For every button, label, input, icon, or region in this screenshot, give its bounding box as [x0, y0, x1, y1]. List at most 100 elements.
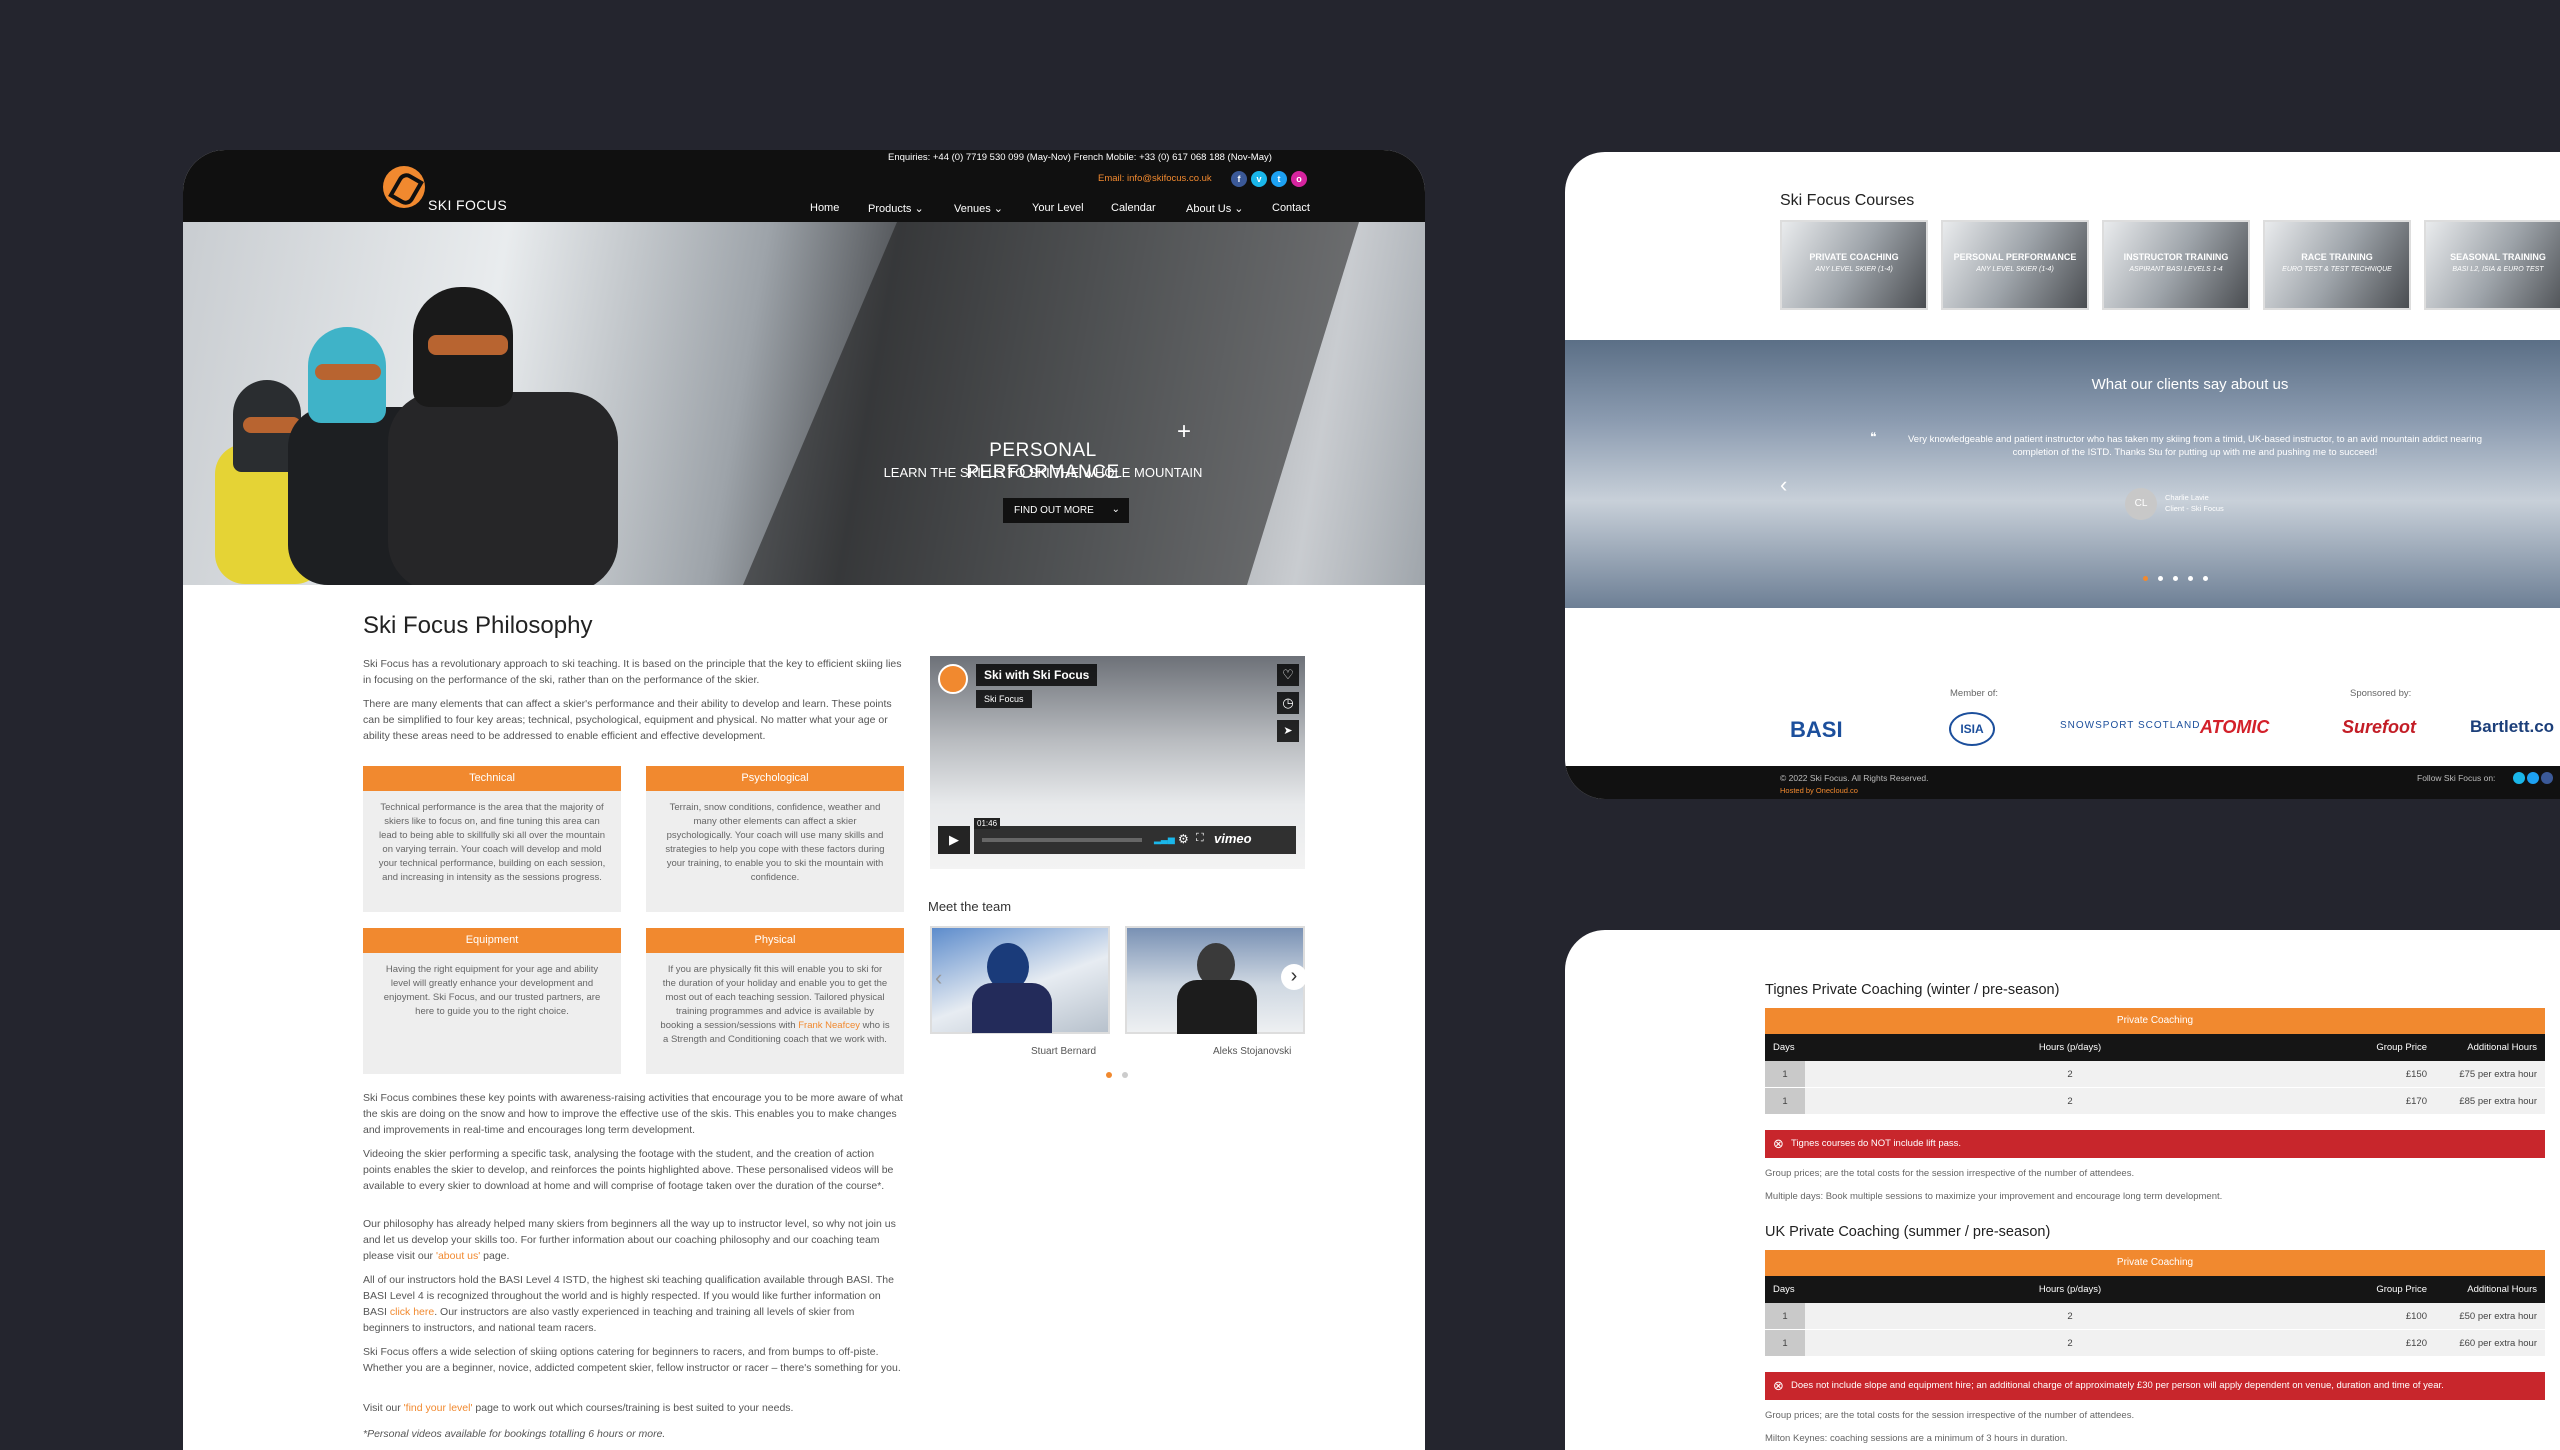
site-header: Enquiries: +44 (0) 7719 530 099 (May-Nov…: [183, 150, 1425, 222]
carousel-dot[interactable]: [2158, 576, 2163, 581]
isia-logo[interactable]: ISIA: [1949, 712, 1995, 746]
card-title: Psychological: [646, 766, 904, 791]
table-title: Private Coaching: [1765, 1250, 2545, 1276]
nav-home[interactable]: Home: [810, 202, 839, 214]
header-days: Days: [1773, 1284, 1795, 1295]
find-out-more-button[interactable]: FIND OUT MORE ⌄: [1003, 498, 1129, 523]
vimeo-icon[interactable]: [2513, 772, 2525, 784]
vimeo-logo[interactable]: vimeo: [1214, 831, 1252, 846]
skier-figure: [388, 392, 618, 585]
skier-logo-icon[interactable]: [383, 166, 425, 208]
volume-icon[interactable]: ▂▃▅: [1154, 834, 1175, 845]
cell-price: £150: [2405, 1068, 2427, 1080]
course-tile-personal-performance[interactable]: PERSONAL PERFORMANCE ANY LEVEL SKIER (1-4…: [1941, 220, 2089, 310]
instagram-icon[interactable]: o: [1291, 171, 1307, 187]
course-name: RACE TRAINING: [2301, 252, 2373, 262]
course-name: PRIVATE COACHING: [1809, 252, 1899, 262]
course-label: RACE TRAINING EURO TEST & TEST TECHNIQUE: [2265, 252, 2409, 275]
course-sub: BASI L2, ISIA & EURO TEST: [2452, 266, 2544, 273]
course-label: INSTRUCTOR TRAINING ASPIRANT BASI LEVELS …: [2104, 252, 2248, 275]
share-icon[interactable]: ➤: [1277, 720, 1299, 742]
surefoot-logo[interactable]: Surefoot: [2342, 717, 2416, 738]
basi-logo[interactable]: BASI: [1790, 717, 1843, 743]
bartlett-logo[interactable]: Bartlett.co: [2470, 717, 2554, 737]
cell-additional: £50 per extra hour: [2459, 1310, 2537, 1322]
header-group-price: Group Price: [2376, 1284, 2427, 1295]
nav-calendar[interactable]: Calendar: [1111, 202, 1156, 214]
header-additional-hours: Additional Hours: [2467, 1042, 2537, 1053]
chevron-left-icon[interactable]: ‹: [1780, 472, 1787, 498]
vimeo-video-player[interactable]: Ski with Ski Focus Ski Focus ♡ ◷ ➤ ▶ 01:…: [930, 656, 1305, 869]
text-part: Visit our: [363, 1402, 404, 1414]
twitter-icon[interactable]: [2527, 772, 2539, 784]
header-hours: Hours (p/days): [2038, 1042, 2102, 1053]
cell-days: 1: [1765, 1061, 1805, 1087]
carousel-dot-active[interactable]: [1106, 1072, 1112, 1078]
watch-later-icon[interactable]: ◷: [1277, 692, 1299, 714]
carousel-dot[interactable]: [2203, 576, 2208, 581]
card-title: Physical: [646, 928, 904, 953]
logo-text[interactable]: SKI FOCUS: [428, 197, 507, 213]
course-tile-instructor-training[interactable]: INSTRUCTOR TRAINING ASPIRANT BASI LEVELS …: [2102, 220, 2250, 310]
team-photo-aleks[interactable]: [1125, 926, 1305, 1034]
course-tile-race-training[interactable]: RACE TRAINING EURO TEST & TEST TECHNIQUE: [2263, 220, 2411, 310]
testimonial-quote: Very knowledgeable and patient instructo…: [1907, 434, 2482, 458]
team-photo-stuart[interactable]: [930, 926, 1110, 1034]
testimonials-heading: What our clients say about us: [2091, 376, 2289, 393]
hosted-by-link[interactable]: Hosted by Onecloud.co: [1780, 786, 1858, 795]
course-tile-seasonal-training[interactable]: SEASONAL TRAINING BASI L2, ISIA & EURO TE…: [2424, 220, 2560, 310]
basi-paragraph: All of our instructors hold the BASI Lev…: [363, 1272, 903, 1336]
team-prev-arrow[interactable]: ‹: [935, 965, 942, 991]
video-channel[interactable]: Ski Focus: [976, 690, 1032, 708]
settings-icon[interactable]: ⚙: [1178, 832, 1189, 846]
about-us-link[interactable]: 'about us': [436, 1250, 480, 1262]
nav-products[interactable]: Products ⌄: [868, 202, 924, 215]
snowsport-scotland-logo[interactable]: SNOWSPORT SCOTLAND: [2060, 720, 2200, 731]
play-icon[interactable]: ▶: [938, 826, 970, 854]
table-header: Days Hours (p/days) Group Price Addition…: [1765, 1276, 2545, 1303]
find-your-level-link[interactable]: 'find your level': [404, 1402, 473, 1414]
table-row: 1 2 £120 £60 per extra hour: [1765, 1330, 2545, 1357]
testimonials-section: What our clients say about us ❝ Very kno…: [1565, 340, 2560, 608]
carousel-dot[interactable]: [2188, 576, 2193, 581]
options-paragraph: Ski Focus offers a wide selection of ski…: [363, 1346, 901, 1374]
key-points-paragraph: Ski Focus combines these key points with…: [363, 1092, 903, 1136]
facebook-icon[interactable]: [2541, 772, 2553, 784]
technical-card: Technical Technical performance is the a…: [363, 766, 621, 912]
video-title[interactable]: Ski with Ski Focus: [976, 664, 1098, 686]
facebook-icon[interactable]: f: [1231, 171, 1247, 187]
cell-days: 1: [1765, 1330, 1805, 1356]
table-row: 1 2 £100 £50 per extra hour: [1765, 1303, 2545, 1330]
like-icon[interactable]: ♡: [1277, 664, 1299, 686]
basi-click-here-link[interactable]: click here: [390, 1306, 434, 1318]
lift-pass-alert: Tignes courses do NOT include lift pass.: [1765, 1130, 2545, 1158]
progress-bar[interactable]: [982, 838, 1142, 842]
physical-card: Physical If you are physically fit this …: [646, 928, 904, 1074]
group-price-note: Group prices; are the total costs for th…: [1765, 1410, 2135, 1421]
carousel-dot[interactable]: [1122, 1072, 1128, 1078]
carousel-dot[interactable]: [2173, 576, 2178, 581]
find-out-more-label: FIND OUT MORE: [1014, 505, 1094, 516]
uk-price-table: Private Coaching Days Hours (p/days) Gro…: [1765, 1250, 2545, 1357]
atomic-logo[interactable]: ATOMIC: [2200, 717, 2269, 738]
find-level-paragraph: Visit our 'find your level' page to work…: [363, 1400, 903, 1416]
fullscreen-icon[interactable]: ⛶: [1196, 832, 1204, 845]
nav-venues[interactable]: Venues ⌄: [954, 202, 1003, 215]
course-tile-private-coaching[interactable]: PRIVATE COACHING ANY LEVEL SKIER (1-4): [1780, 220, 1928, 310]
cell-price: £120: [2405, 1337, 2427, 1349]
nav-your-level[interactable]: Your Level: [1032, 202, 1084, 214]
chevron-down-icon: ⌄: [1111, 504, 1120, 515]
carousel-dot-active[interactable]: [2143, 576, 2148, 581]
nav-contact[interactable]: Contact: [1272, 202, 1310, 214]
nav-about-us[interactable]: About Us ⌄: [1186, 202, 1244, 215]
email-link[interactable]: Email: info@skifocus.co.uk: [1098, 173, 1212, 184]
vimeo-icon[interactable]: v: [1251, 171, 1267, 187]
twitter-icon[interactable]: t: [1271, 171, 1287, 187]
course-label: PRIVATE COACHING ANY LEVEL SKIER (1-4): [1782, 252, 1926, 275]
team-next-arrow[interactable]: ›: [1281, 964, 1307, 990]
cell-days: 1: [1765, 1303, 1805, 1329]
group-price-note: Group prices; are the total costs for th…: [1765, 1168, 2135, 1179]
equipment-card: Equipment Having the right equipment for…: [363, 928, 621, 1074]
enquiries-text: Enquiries: +44 (0) 7719 530 099 (May-Nov…: [888, 152, 1272, 163]
trainer-link[interactable]: Frank Neafcey: [798, 1020, 860, 1031]
